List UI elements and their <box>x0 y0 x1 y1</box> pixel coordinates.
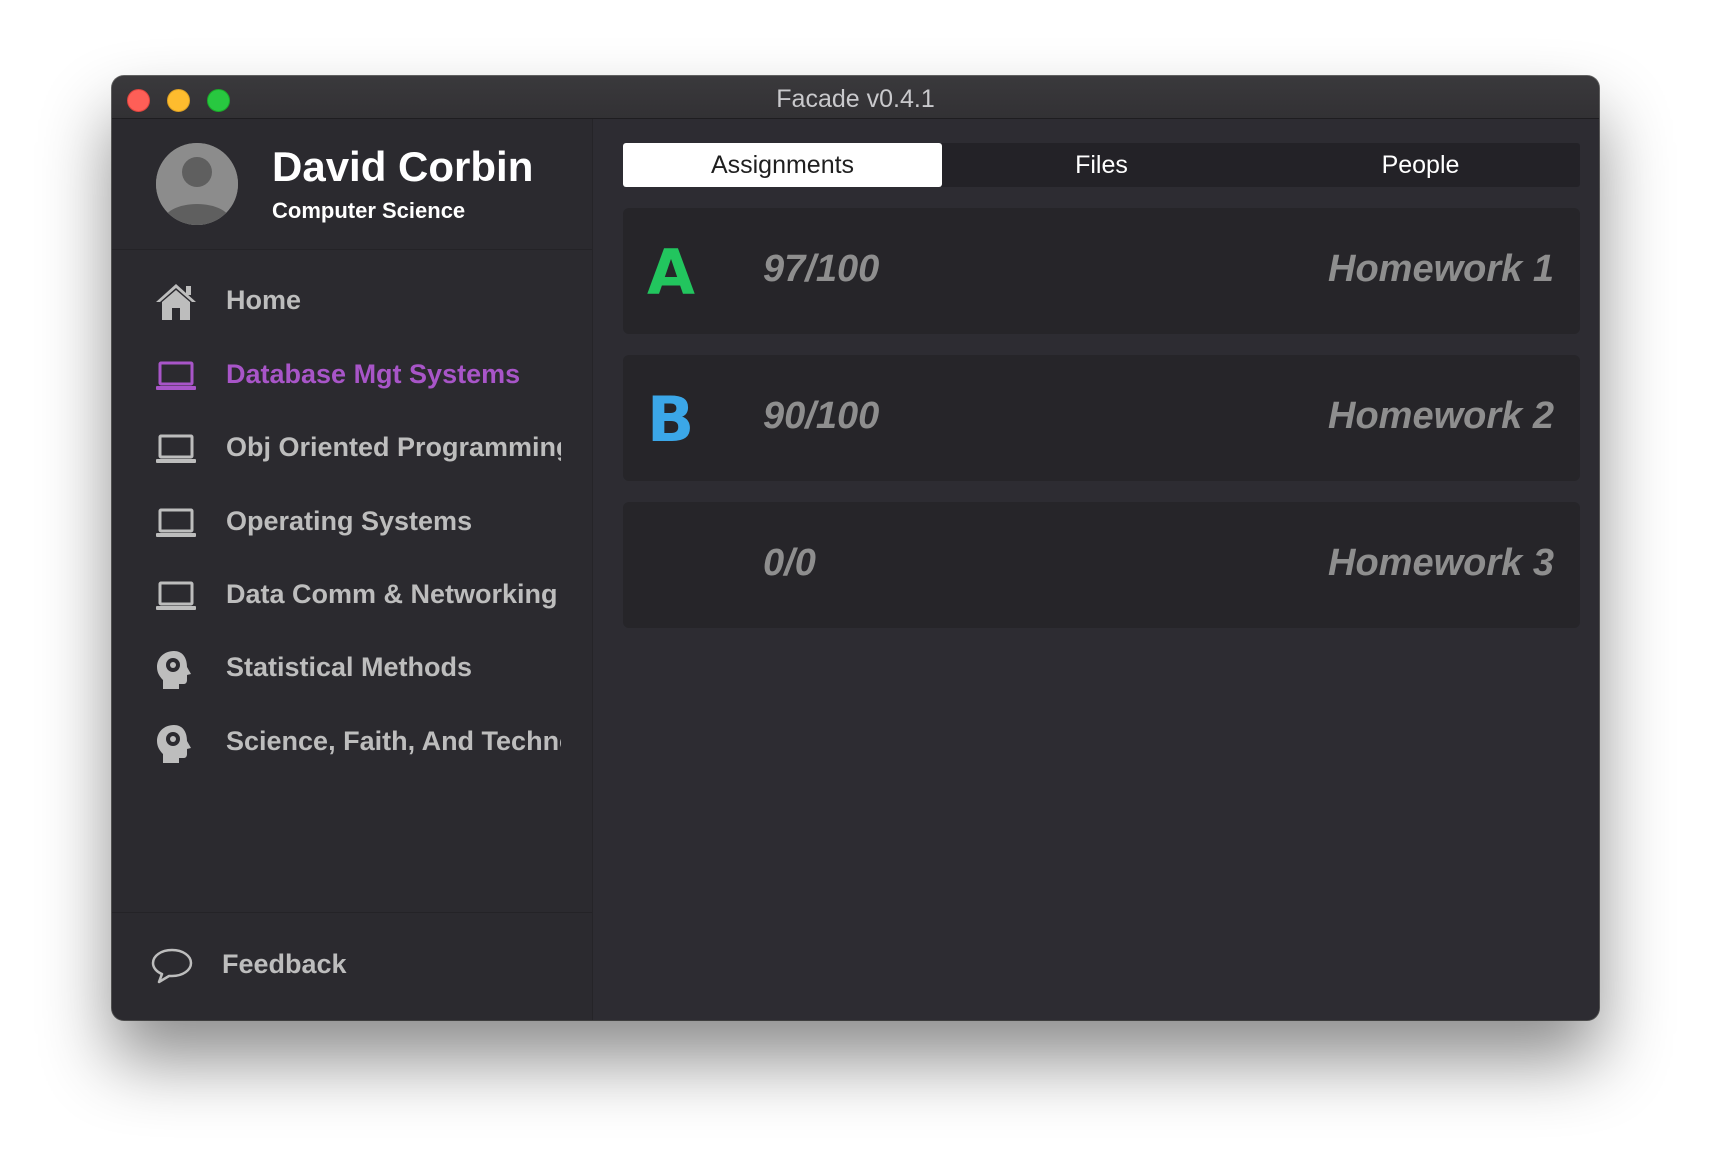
assignment-name: Homework 3 <box>1328 542 1554 584</box>
sidebar-item-science-faith-technology[interactable]: Science, Faith, And Technology <box>112 711 593 771</box>
tab-files[interactable]: Files <box>942 143 1261 187</box>
laptop-icon <box>156 508 196 537</box>
assignment-score: 90/100 <box>763 395 880 437</box>
grade-letter: A <box>647 236 695 309</box>
sidebar-item-label: Obj Oriented Programming <box>226 432 561 462</box>
feedback-button[interactable]: Feedback <box>112 912 592 1020</box>
assignment-name: Homework 2 <box>1328 395 1554 437</box>
laptop-icon <box>156 361 196 390</box>
assignment-score: 0/0 <box>763 542 816 584</box>
profile-header: David Corbin Computer Science <box>112 119 592 250</box>
sidebar-item-obj-oriented-programming[interactable]: Obj Oriented Programming <box>112 417 593 477</box>
head-icon <box>157 725 191 763</box>
sidebar-item-statistical-methods[interactable]: Statistical Methods <box>112 637 593 697</box>
sidebar: David Corbin Computer Science Home Datab… <box>112 119 593 1020</box>
title-bar[interactable]: Facade v0.4.1 <box>112 76 1599 119</box>
sidebar-item-data-comm-networking[interactable]: Data Comm & Networking <box>112 564 593 624</box>
laptop-icon <box>156 581 196 610</box>
sidebar-item-label: Home <box>226 285 302 315</box>
sidebar-item-label: Database Mgt Systems <box>226 359 521 389</box>
window-title: Facade v0.4.1 <box>776 85 935 113</box>
profile-department: Computer Science <box>272 198 466 223</box>
sidebar-item-label: Operating Systems <box>226 506 473 536</box>
tab-bar: Assignments Files People <box>623 143 1580 187</box>
assignment-card[interactable]: 0/0 Homework 3 <box>623 502 1580 628</box>
sidebar-item-label: Data Comm & Networking <box>226 579 558 609</box>
app-window: Facade v0.4.1 David Corbin Computer Scie… <box>112 76 1599 1020</box>
sidebar-item-label: Statistical Methods <box>226 652 473 682</box>
tab-assignments[interactable]: Assignments <box>623 143 942 187</box>
avatar <box>156 143 238 225</box>
main-content: Assignments Files People A 97/100 Homewo… <box>593 119 1599 1020</box>
profile-name: David Corbin <box>272 143 534 190</box>
head-icon <box>157 651 191 689</box>
sidebar-item-operating-systems[interactable]: Operating Systems <box>112 491 593 551</box>
grade-letter: B <box>647 383 695 456</box>
assignment-name: Homework 1 <box>1328 248 1554 290</box>
speech-bubble-icon <box>151 948 193 984</box>
assignment-score: 97/100 <box>763 248 880 290</box>
laptop-icon <box>156 434 196 463</box>
user-silhouette-icon <box>156 143 238 225</box>
assignment-card[interactable]: B 90/100 Homework 2 <box>623 355 1580 481</box>
sidebar-item-home[interactable]: Home <box>112 270 593 330</box>
feedback-label: Feedback <box>222 949 347 979</box>
sidebar-item-database-mgt-systems[interactable]: Database Mgt Systems <box>112 344 593 404</box>
tab-people[interactable]: People <box>1261 143 1580 187</box>
home-icon <box>156 284 196 320</box>
assignment-card[interactable]: A 97/100 Homework 1 <box>623 208 1580 334</box>
sidebar-item-label: Science, Faith, And Technology <box>226 726 561 756</box>
